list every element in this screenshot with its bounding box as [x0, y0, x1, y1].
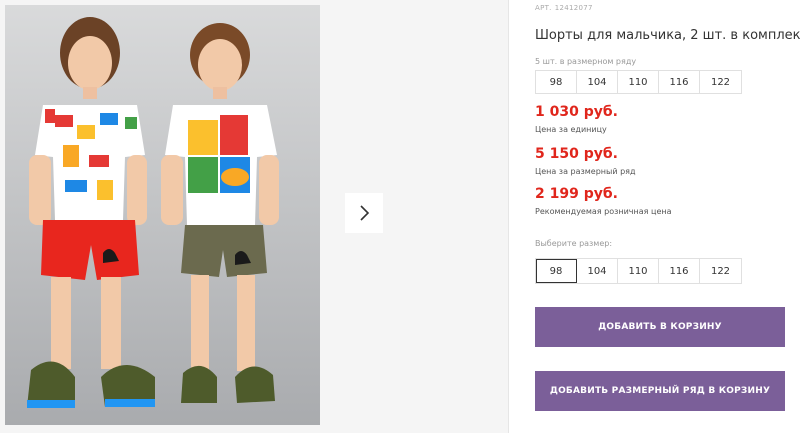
- chevron-right-icon: [360, 205, 370, 221]
- product-info-panel: АРТ. 12412077 Шорты для мальчика, 2 шт. в…: [535, 0, 800, 433]
- next-image-button[interactable]: [345, 193, 383, 233]
- size-range-cell: 122: [710, 76, 731, 88]
- add-size-range-to-cart-button[interactable]: ДОБАВИТЬ РАЗМЕРНЫЙ РЯД В КОРЗИНУ: [535, 371, 785, 411]
- panel-divider: [508, 0, 509, 433]
- unit-price: 1 030 руб.: [535, 104, 618, 120]
- add-to-cart-button[interactable]: ДОБАВИТЬ В КОРЗИНУ: [535, 307, 785, 347]
- article-label: АРТ.: [535, 4, 552, 12]
- size-range-cell: 116: [659, 71, 700, 93]
- product-gallery: [0, 0, 508, 433]
- size-range-row: 98 104 110 116 122: [535, 70, 742, 94]
- product-title: Шорты для мальчика, 2 шт. в комплекте: [535, 28, 800, 43]
- size-option-98[interactable]: 98: [536, 259, 577, 283]
- size-range-cell: 110: [618, 71, 659, 93]
- article-value: 12412077: [554, 4, 593, 12]
- size-option-110[interactable]: 110: [618, 259, 659, 283]
- size-range-cell: 104: [577, 71, 618, 93]
- article-number: АРТ. 12412077: [535, 4, 596, 12]
- retail-price: 2 199 руб.: [535, 186, 618, 202]
- size-select-caption: Выберите размер:: [535, 239, 613, 248]
- size-option-122[interactable]: 122: [700, 259, 741, 283]
- size-selector: 98 104 110 116 122: [535, 258, 742, 284]
- product-photo: [5, 5, 320, 425]
- size-option-116[interactable]: 116: [659, 259, 700, 283]
- retail-price-note: Рекомендуемая розничная цена: [535, 207, 672, 216]
- range-price-note: Цена за размерный ряд: [535, 167, 636, 176]
- range-price: 5 150 руб.: [535, 146, 618, 162]
- size-option-104[interactable]: 104: [577, 259, 618, 283]
- size-range-cell: 98: [536, 71, 577, 93]
- unit-price-note: Цена за единицу: [535, 125, 607, 134]
- size-range-caption: 5 шт. в размерном ряду: [535, 57, 637, 66]
